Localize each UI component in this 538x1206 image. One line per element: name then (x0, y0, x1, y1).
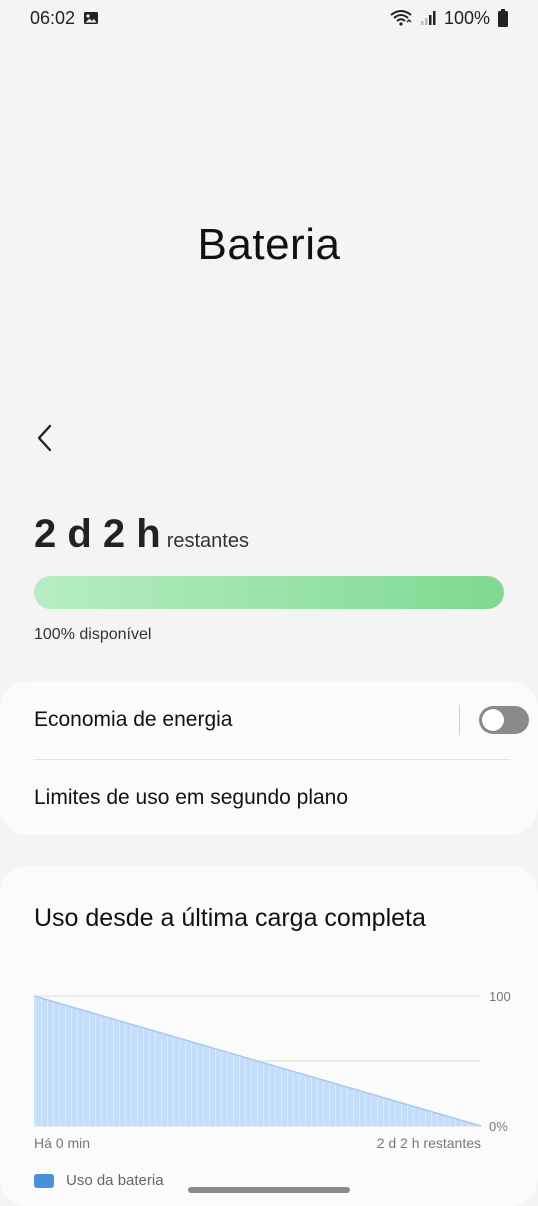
status-bar: 06:02 100% (0, 0, 538, 36)
background-limits-label: Limites de uso em segundo plano (34, 786, 349, 809)
power-saving-row[interactable]: Economia de energia (34, 681, 510, 759)
page-title: Bateria (197, 220, 341, 269)
status-time: 06:02 (30, 7, 76, 28)
power-saving-toggle[interactable] (479, 706, 529, 734)
battery-icon (498, 9, 508, 27)
chevron-left-icon (35, 423, 55, 453)
status-left: 06:02 (30, 8, 99, 29)
status-right: 100% (390, 8, 508, 29)
chart-legend: Uso da bateria (34, 1172, 164, 1189)
gallery-notification-icon (83, 10, 99, 26)
home-indicator[interactable] (188, 1187, 350, 1193)
legend-label: Uso da bateria (66, 1172, 164, 1189)
y-tick-top: 100 (489, 989, 511, 1004)
power-saving-separator (459, 705, 460, 735)
remaining-suffix: restantes (166, 530, 249, 552)
status-battery-percent: 100% (443, 7, 490, 28)
wifi-icon (390, 10, 412, 26)
power-saving-label: Economia de energia (34, 708, 233, 731)
x-label-end: 2 d 2 h restantes (377, 1135, 481, 1151)
usage-card: Uso desde a última carga completa 100 0%… (0, 866, 538, 1206)
settings-card: Economia de energia Limites de uso em se… (0, 681, 538, 835)
background-limits-row[interactable]: Limites de uso em segundo plano (34, 760, 510, 836)
toggle-knob (481, 708, 505, 732)
legend-swatch (34, 1173, 54, 1188)
battery-level-bar (34, 576, 504, 609)
back-button[interactable] (28, 418, 62, 458)
remaining-value: 2 d 2 h (34, 512, 161, 556)
battery-available-text: 100% disponível (34, 626, 152, 643)
cell-signal-icon (420, 10, 436, 26)
usage-title: Uso desde a última carga completa (34, 904, 426, 932)
battery-remaining: 2 d 2 h restantes (34, 512, 249, 557)
usage-chart: 100 0% Há 0 min 2 d 2 h restantes (33, 989, 511, 1151)
battery-level-fill (34, 576, 504, 609)
x-label-start: Há 0 min (34, 1135, 90, 1151)
y-tick-bottom: 0% (489, 1119, 508, 1134)
